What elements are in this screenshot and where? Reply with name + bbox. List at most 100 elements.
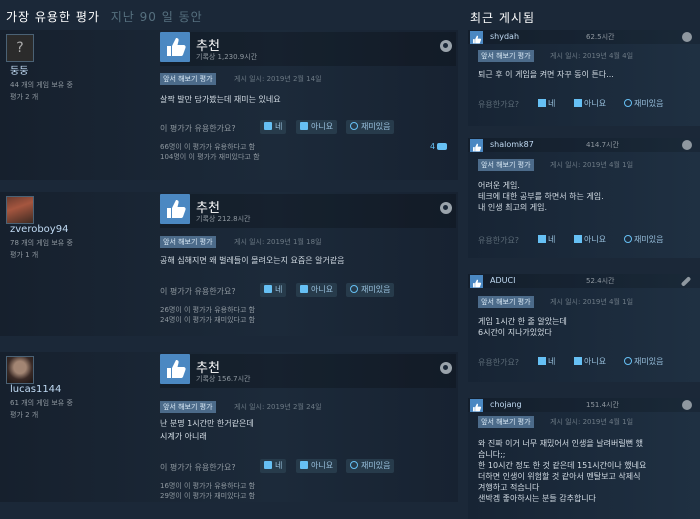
recent-review-header[interactable]: chojang 151.4시간 xyxy=(468,398,700,412)
recent-text-line: 내 인생 최고의 게임. xyxy=(478,203,548,212)
no-button[interactable]: 아니요 xyxy=(296,120,338,134)
review-card: lucas1144 61 개의 게임 보유 중 평가 2 개 추천 기록상 15… xyxy=(0,352,458,502)
recent-user[interactable]: shydah xyxy=(490,32,519,41)
thumbs-down-icon xyxy=(300,461,308,469)
thumbs-up-icon xyxy=(264,285,272,293)
smile-icon xyxy=(624,357,632,365)
recent-user[interactable]: chojang xyxy=(490,400,522,409)
review-text: 공해 심해지면 왜 벌레들이 몰려오는지 요즘은 알거같음 xyxy=(160,256,345,265)
hours-played: 기록상 212.8시간 xyxy=(196,215,251,223)
early-access-tag: 앞서 해보기 평가 xyxy=(160,401,216,413)
thumbs-down-icon xyxy=(574,357,582,365)
funny-button[interactable]: 재미있음 xyxy=(346,120,395,134)
yes-button[interactable]: 네 xyxy=(538,234,555,245)
helpful-count: 26명이 이 평가가 유용하다고 함 xyxy=(160,306,256,314)
smile-icon xyxy=(350,285,358,293)
no-button[interactable]: 아니요 xyxy=(574,234,606,245)
funny-button[interactable]: 재미있음 xyxy=(624,98,663,109)
recent-text-line: 퇴근 후 이 게임을 켜면 자꾸 동이 튼다... xyxy=(478,70,614,79)
thumbs-up-icon xyxy=(160,32,190,62)
review-count: 평가 2 개 xyxy=(10,411,39,419)
recent-text: 어려운 게임. 테크에 대한 공부를 하면서 하는 게임. 내 인생 최고의 게… xyxy=(478,180,700,213)
avatar[interactable] xyxy=(6,356,34,384)
recent-helpful-row: 유용한가요? 네 아니요 재미있음 xyxy=(478,356,700,368)
recent-text: 퇴근 후 이 게임을 켜면 자꾸 동이 튼다... xyxy=(478,69,700,80)
recent-text: 게임 1시간 한 줄 알았는데 6시간이 지나가있었다 xyxy=(478,316,700,338)
recent-text-line: 습니다;; xyxy=(478,450,506,459)
thumbs-down-icon xyxy=(574,235,582,243)
section-title: 가장 유용한 평가 지난 90 일 동안 xyxy=(6,8,203,25)
posted-date: 게시 일시: 2019년 2월 24일 xyxy=(234,403,322,411)
recent-review-card[interactable]: chojang 151.4시간 앞서 해보기 평가 게시 일시: 2019년 4… xyxy=(468,398,700,519)
helpful-question: 유용한가요? xyxy=(478,358,520,367)
recent-text-line: 6시간이 지나가있었다 xyxy=(478,328,552,337)
smile-icon xyxy=(624,99,632,107)
recent-text-line: 한 10시간 정도 한 것 같은데 151시간이나 했네요 xyxy=(478,461,647,470)
period-filter[interactable]: 지난 90 일 동안 xyxy=(111,10,203,24)
funny-button[interactable]: 재미있음 xyxy=(346,459,395,473)
author-name[interactable]: 둥둥 xyxy=(10,62,114,77)
recent-review-header[interactable]: shydah 62.5시간 xyxy=(468,30,700,44)
recent-helpful-row: 유용한가요? 네 아니요 재미있음 xyxy=(478,234,700,246)
no-button[interactable]: 아니요 xyxy=(296,283,338,297)
thumbs-up-icon xyxy=(264,461,272,469)
recent-review-card[interactable]: ADUCI 52.4시간 앞서 해보기 평가 게시 일시: 2019년 4월 1… xyxy=(468,274,700,382)
recent-review-card[interactable]: shalomk87 414.7시간 앞서 해보기 평가 게시 일시: 2019년… xyxy=(468,138,700,258)
early-access-tag: 앞서 해보기 평가 xyxy=(478,50,534,62)
review-author[interactable]: zveroboy94 78 개의 게임 보유 중 평가 1 개 xyxy=(6,196,146,260)
helpful-question: 이 평가가 유용한가요? xyxy=(160,124,236,133)
recent-review-header[interactable]: ADUCI 52.4시간 xyxy=(468,274,700,288)
helpful-question: 이 평가가 유용한가요? xyxy=(160,287,236,296)
smile-icon xyxy=(350,461,358,469)
avatar[interactable]: ? xyxy=(6,34,34,62)
funny-count: 104명이 이 평가가 재미있다고 함 xyxy=(160,153,260,161)
recent-text: 와 진짜 이거 너무 재밌어서 인생을 날려버릴뻔 했 습니다;; 한 10시간… xyxy=(478,438,700,504)
yes-button[interactable]: 네 xyxy=(538,98,555,109)
review-author[interactable]: ? 둥둥 44 개의 게임 보유 중 평가 2 개 xyxy=(6,34,146,102)
helpful-row: 이 평가가 유용한가요? 네 아니요 재미있음 xyxy=(160,120,456,136)
author-name[interactable]: lucas1144 xyxy=(10,384,114,395)
author-name[interactable]: zveroboy94 xyxy=(10,224,114,235)
no-button[interactable]: 아니요 xyxy=(574,98,606,109)
avatar[interactable] xyxy=(6,196,34,224)
recent-text-line: 와 진짜 이거 너무 재밌어서 인생을 날려버릴뻔 했 xyxy=(478,439,643,448)
posted-date: 게시 일시: 2019년 4월 1일 xyxy=(550,418,634,426)
thumbs-up-icon xyxy=(470,31,483,44)
review-author[interactable]: lucas1144 61 개의 게임 보유 중 평가 2 개 xyxy=(6,356,146,420)
recent-user[interactable]: shalomk87 xyxy=(490,140,534,149)
steam-icon xyxy=(682,400,692,410)
vote-header[interactable]: 추천 기록상 1,230.9시간 xyxy=(160,32,456,66)
yes-button[interactable]: 네 xyxy=(260,283,287,297)
recent-user[interactable]: ADUCI xyxy=(490,276,515,285)
yes-button[interactable]: 네 xyxy=(538,356,555,367)
recent-hours: 151.4시간 xyxy=(586,401,619,409)
funny-count: 29명이 이 평가가 재미있다고 함 xyxy=(160,492,256,500)
funny-button[interactable]: 재미있음 xyxy=(624,356,663,367)
hours-played: 기록상 156.7시간 xyxy=(196,375,251,383)
no-button[interactable]: 아니요 xyxy=(574,356,606,367)
early-access-tag: 앞서 해보기 평가 xyxy=(478,416,534,428)
helpful-question: 유용한가요? xyxy=(478,100,520,109)
posted-date: 게시 일시: 2019년 1월 18일 xyxy=(234,238,322,246)
most-helpful-title: 가장 유용한 평가 xyxy=(6,10,100,24)
no-button[interactable]: 아니요 xyxy=(296,459,338,473)
review-count: 평가 2 개 xyxy=(10,93,39,101)
funny-button[interactable]: 재미있음 xyxy=(624,234,663,245)
hours-played: 기록상 1,230.9시간 xyxy=(196,53,258,61)
yes-button[interactable]: 네 xyxy=(260,459,287,473)
vote-header[interactable]: 추천 기록상 156.7시간 xyxy=(160,354,456,388)
recent-hours: 62.5시간 xyxy=(586,33,615,41)
yes-button[interactable]: 네 xyxy=(260,120,287,134)
recent-review-header[interactable]: shalomk87 414.7시간 xyxy=(468,138,700,152)
helpful-row: 이 평가가 유용한가요? 네 아니요 재미있음 xyxy=(160,459,456,475)
thumbs-up-icon xyxy=(160,194,190,224)
recent-text-line: 어려운 게임. xyxy=(478,181,520,190)
recent-text-line: 테크에 대한 공부를 하면서 하는 게임. xyxy=(478,192,604,201)
helpful-question: 이 평가가 유용한가요? xyxy=(160,463,236,472)
vote-header[interactable]: 추천 기록상 212.8시간 xyxy=(160,194,456,228)
games-owned: 44 개의 게임 보유 중 xyxy=(10,81,73,89)
review-card: ? 둥둥 44 개의 게임 보유 중 평가 2 개 추천 기록상 1,230.9… xyxy=(0,30,458,180)
funny-button[interactable]: 재미있음 xyxy=(346,283,395,297)
comment-count[interactable]: 4 xyxy=(430,142,448,151)
recent-review-card[interactable]: shydah 62.5시간 앞서 해보기 평가 게시 일시: 2019년 4월 … xyxy=(468,30,700,126)
